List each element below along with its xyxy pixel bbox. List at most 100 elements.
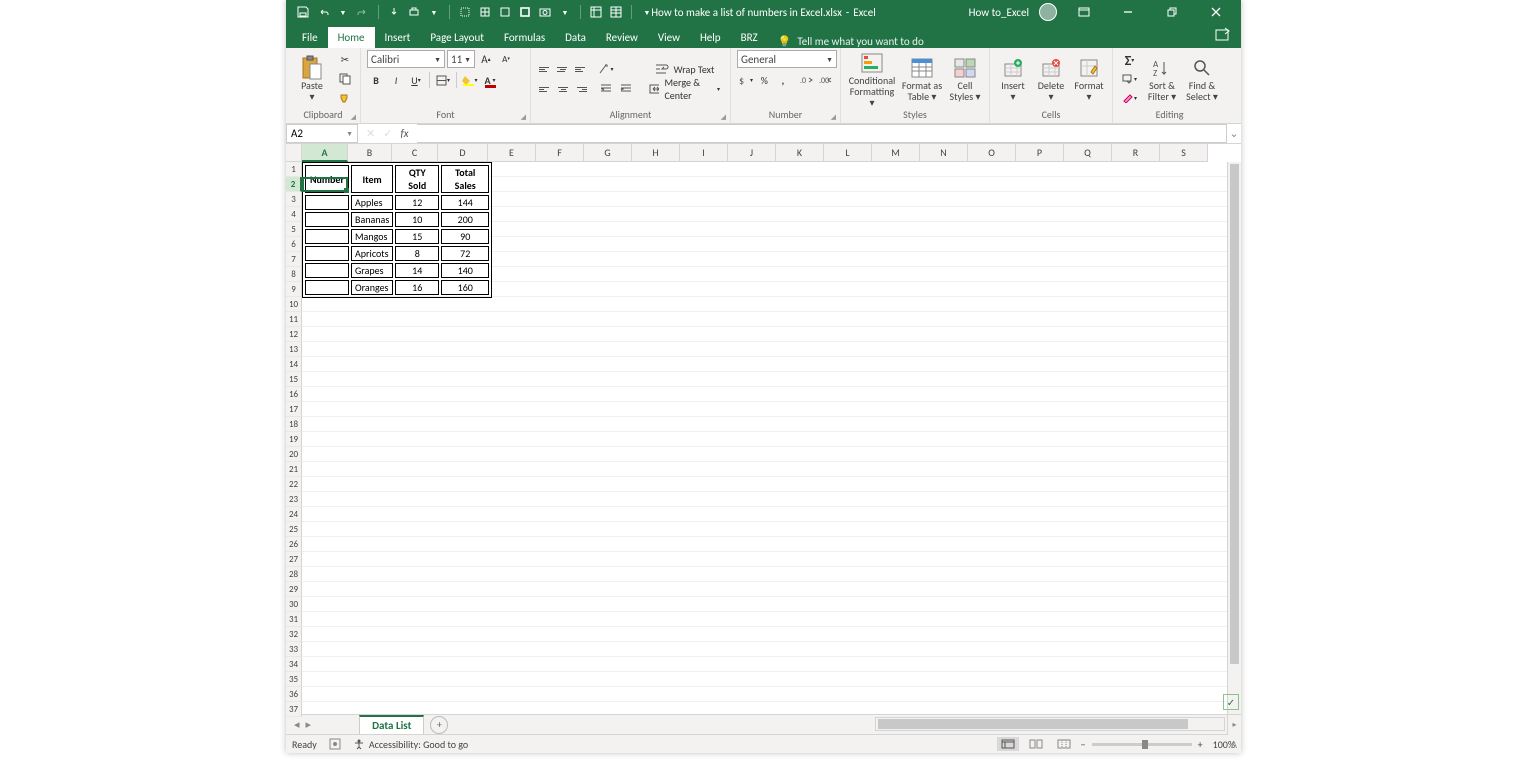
col-header-D[interactable]: D bbox=[438, 144, 488, 162]
fill-icon[interactable]: ▾ bbox=[1119, 70, 1140, 88]
page-layout-view-icon[interactable] bbox=[1025, 737, 1047, 751]
table-header[interactable]: Total Sales bbox=[441, 165, 489, 193]
copy-icon[interactable] bbox=[336, 70, 354, 88]
normal-view-icon[interactable] bbox=[997, 737, 1019, 751]
name-box[interactable]: A2 ▼ bbox=[286, 124, 358, 143]
row-header-1[interactable]: 1 bbox=[286, 162, 302, 177]
table-cell[interactable]: 16 bbox=[395, 280, 439, 295]
tab-brz[interactable]: BRZ bbox=[731, 27, 768, 48]
borders-none-icon[interactable] bbox=[458, 5, 472, 19]
increase-indent-icon[interactable] bbox=[617, 80, 635, 98]
row-header-32[interactable]: 32 bbox=[286, 627, 302, 642]
col-header-M[interactable]: M bbox=[872, 144, 920, 162]
row-header-10[interactable]: 10 bbox=[286, 297, 302, 312]
redo-icon[interactable] bbox=[356, 5, 370, 19]
fill-color-icon[interactable]: ▾ bbox=[461, 71, 479, 89]
select-all-corner[interactable] bbox=[286, 144, 302, 162]
font-launcher-icon[interactable]: ◢ bbox=[521, 112, 526, 121]
table-cell[interactable]: 90 bbox=[441, 229, 489, 244]
clear-icon[interactable]: ▾ bbox=[1119, 89, 1140, 107]
accounting-format-icon[interactable]: $▾ bbox=[737, 71, 754, 89]
format-painter-icon[interactable] bbox=[336, 90, 354, 108]
tab-review[interactable]: Review bbox=[596, 27, 648, 48]
sheet-nav-last-icon[interactable]: ▸ bbox=[306, 718, 312, 731]
hscroll-right-icon[interactable]: ▸ bbox=[1227, 715, 1241, 735]
row-header-8[interactable]: 8 bbox=[286, 267, 302, 282]
table-cell[interactable]: Apricots bbox=[351, 246, 393, 261]
underline-button[interactable]: U▾ bbox=[407, 71, 425, 89]
row-header-20[interactable]: 20 bbox=[286, 447, 302, 462]
col-header-P[interactable]: P bbox=[1016, 144, 1064, 162]
expand-formula-bar-icon[interactable]: ⌄ bbox=[1227, 124, 1241, 143]
table-cell[interactable]: Oranges bbox=[351, 280, 393, 295]
decrease-decimal-icon[interactable]: .00 bbox=[817, 71, 834, 89]
table-cell[interactable] bbox=[305, 263, 349, 278]
table-cell[interactable] bbox=[305, 229, 349, 244]
sheet-nav-first-icon[interactable]: ◂ bbox=[294, 718, 300, 731]
row-header-4[interactable]: 4 bbox=[286, 207, 302, 222]
tab-page-layout[interactable]: Page Layout bbox=[420, 27, 494, 48]
sheet-tab-active[interactable]: Data List bbox=[359, 715, 424, 734]
decrease-font-icon[interactable]: A▾ bbox=[497, 50, 515, 68]
zoom-slider[interactable] bbox=[1092, 743, 1192, 746]
ribbon-display-icon[interactable] bbox=[1067, 0, 1101, 24]
formula-input[interactable] bbox=[417, 124, 1227, 143]
horizontal-scrollbar[interactable] bbox=[875, 717, 1225, 731]
paste-button[interactable]: Paste▾ bbox=[292, 56, 332, 102]
col-header-O[interactable]: O bbox=[968, 144, 1016, 162]
bold-button[interactable]: B bbox=[367, 71, 385, 89]
increase-decimal-icon[interactable]: .0 bbox=[799, 71, 816, 89]
table-cell[interactable] bbox=[305, 195, 349, 210]
table-icon[interactable] bbox=[609, 5, 623, 19]
fx-icon[interactable]: fx bbox=[400, 127, 408, 140]
number-format-combo[interactable]: General▼ bbox=[737, 50, 837, 68]
row-header-22[interactable]: 22 bbox=[286, 477, 302, 492]
table-cell[interactable]: 140 bbox=[441, 263, 489, 278]
italic-button[interactable]: I bbox=[387, 71, 405, 89]
col-header-N[interactable]: N bbox=[920, 144, 968, 162]
row-header-26[interactable]: 26 bbox=[286, 537, 302, 552]
pivot-icon[interactable] bbox=[589, 5, 603, 19]
restore-icon[interactable] bbox=[1155, 0, 1189, 24]
col-header-C[interactable]: C bbox=[392, 144, 438, 162]
add-sheet-button[interactable]: + bbox=[430, 716, 448, 734]
row-header-21[interactable]: 21 bbox=[286, 462, 302, 477]
col-header-F[interactable]: F bbox=[536, 144, 584, 162]
table-cell[interactable] bbox=[305, 246, 349, 261]
row-header-36[interactable]: 36 bbox=[286, 687, 302, 702]
accessibility-status[interactable]: Accessibility: Good to go bbox=[353, 738, 468, 751]
table-cell[interactable]: Mangos bbox=[351, 229, 393, 244]
borders-all-icon[interactable] bbox=[478, 5, 492, 19]
col-header-G[interactable]: G bbox=[584, 144, 632, 162]
col-header-K[interactable]: K bbox=[776, 144, 824, 162]
qat-dropdown-icon[interactable]: ▼ bbox=[427, 5, 441, 19]
col-header-A[interactable]: A bbox=[302, 144, 348, 162]
row-header-27[interactable]: 27 bbox=[286, 552, 302, 567]
merge-center-button[interactable]: Merge & Center ▾ bbox=[645, 80, 724, 98]
tab-data[interactable]: Data bbox=[555, 27, 596, 48]
align-middle-icon[interactable] bbox=[555, 62, 571, 76]
close-icon[interactable] bbox=[1199, 0, 1233, 24]
table-cell[interactable]: Bananas bbox=[351, 212, 393, 227]
col-header-E[interactable]: E bbox=[488, 144, 536, 162]
row-header-11[interactable]: 11 bbox=[286, 312, 302, 327]
row-header-6[interactable]: 6 bbox=[286, 237, 302, 252]
borders-outside-icon[interactable] bbox=[498, 5, 512, 19]
col-header-I[interactable]: I bbox=[680, 144, 728, 162]
row-header-18[interactable]: 18 bbox=[286, 417, 302, 432]
font-color-icon[interactable]: A▾ bbox=[481, 71, 499, 89]
font-size-combo[interactable]: 11▼ bbox=[447, 50, 475, 68]
page-break-view-icon[interactable] bbox=[1053, 737, 1075, 751]
row-header-7[interactable]: 7 bbox=[286, 252, 302, 267]
row-header-13[interactable]: 13 bbox=[286, 342, 302, 357]
zoom-in-icon[interactable]: + bbox=[1198, 738, 1203, 751]
table-cell[interactable]: Grapes bbox=[351, 263, 393, 278]
percent-format-icon[interactable]: % bbox=[756, 71, 773, 89]
col-header-Q[interactable]: Q bbox=[1064, 144, 1112, 162]
print-preview-icon[interactable] bbox=[407, 5, 421, 19]
col-header-H[interactable]: H bbox=[632, 144, 680, 162]
clipboard-launcher-icon[interactable]: ◢ bbox=[351, 112, 356, 121]
table-cell[interactable]: 12 bbox=[395, 195, 439, 210]
sort-filter-button[interactable]: AZ Sort & Filter ▾ bbox=[1144, 56, 1180, 102]
table-cell[interactable]: 144 bbox=[441, 195, 489, 210]
